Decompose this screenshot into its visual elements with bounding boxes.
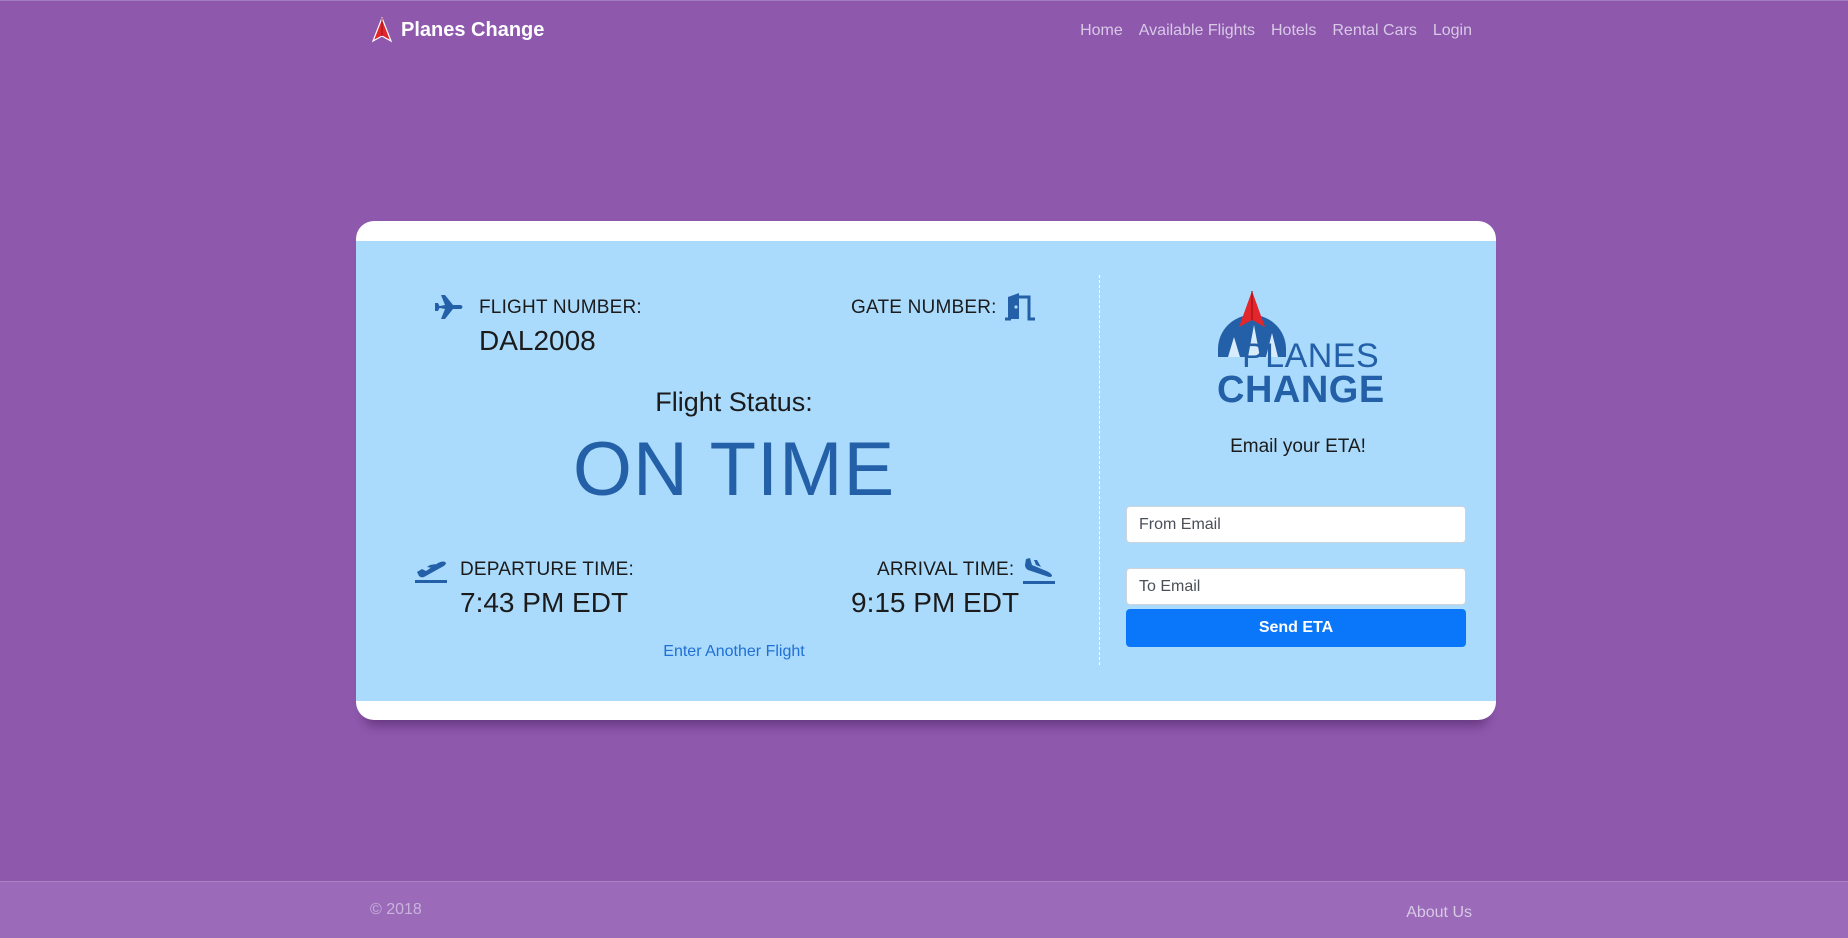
- nav-home[interactable]: Home: [1080, 22, 1123, 40]
- nav-hotels[interactable]: Hotels: [1271, 22, 1316, 40]
- paper-plane-icon: [371, 17, 393, 43]
- logo-text-change: CHANGE: [1217, 369, 1385, 411]
- arrival-time-label: ARRIVAL TIME:: [877, 559, 1015, 580]
- about-us-link[interactable]: About Us: [1406, 904, 1472, 922]
- ticket-body: FLIGHT NUMBER: DAL2008 GATE NUMBER: Flig…: [356, 241, 1496, 701]
- gate-number-label: GATE NUMBER:: [851, 297, 997, 318]
- nav-links: Home Available Flights Hotels Rental Car…: [1080, 22, 1472, 40]
- plane-departure-icon: [415, 561, 447, 583]
- email-eta-title: Email your ETA!: [1230, 436, 1366, 457]
- enter-another-flight-link[interactable]: Enter Another Flight: [356, 643, 1112, 661]
- copyright-text: © 2018: [370, 901, 422, 918]
- brand-name: Planes Change: [401, 18, 545, 41]
- departure-time-value: 7:43 PM EDT: [460, 587, 629, 618]
- ticket-details: FLIGHT NUMBER: DAL2008 GATE NUMBER: Flig…: [356, 241, 1099, 701]
- plane-arrival-icon: [1023, 558, 1055, 584]
- brand-link[interactable]: Planes Change: [371, 17, 544, 43]
- departure-time-label: DEPARTURE TIME:: [460, 559, 635, 580]
- footer: © 2018 About Us: [0, 881, 1848, 938]
- door-icon: [1005, 293, 1035, 321]
- flight-number-value: DAL2008: [479, 325, 596, 356]
- nav-login[interactable]: Login: [1433, 22, 1472, 40]
- email-eta-panel: PLANES CHANGE Email your ETA! Send ETA: [1100, 241, 1496, 701]
- from-email-input[interactable]: [1126, 506, 1466, 543]
- to-email-input[interactable]: [1126, 568, 1466, 605]
- send-eta-button[interactable]: Send ETA: [1126, 609, 1466, 647]
- nav-available-flights[interactable]: Available Flights: [1139, 22, 1255, 40]
- arrival-time-value: 9:15 PM EDT: [851, 587, 1020, 618]
- nav-rental-cars[interactable]: Rental Cars: [1332, 22, 1416, 40]
- flight-status-label: Flight Status:: [655, 387, 813, 417]
- flight-status-value: ON TIME: [572, 427, 896, 512]
- airplane-icon: [435, 295, 463, 319]
- flight-number-label: FLIGHT NUMBER:: [479, 297, 642, 318]
- navbar: Planes Change Home Available Flights Hot…: [0, 0, 1848, 62]
- flight-ticket-card: FLIGHT NUMBER: DAL2008 GATE NUMBER: Flig…: [356, 221, 1496, 720]
